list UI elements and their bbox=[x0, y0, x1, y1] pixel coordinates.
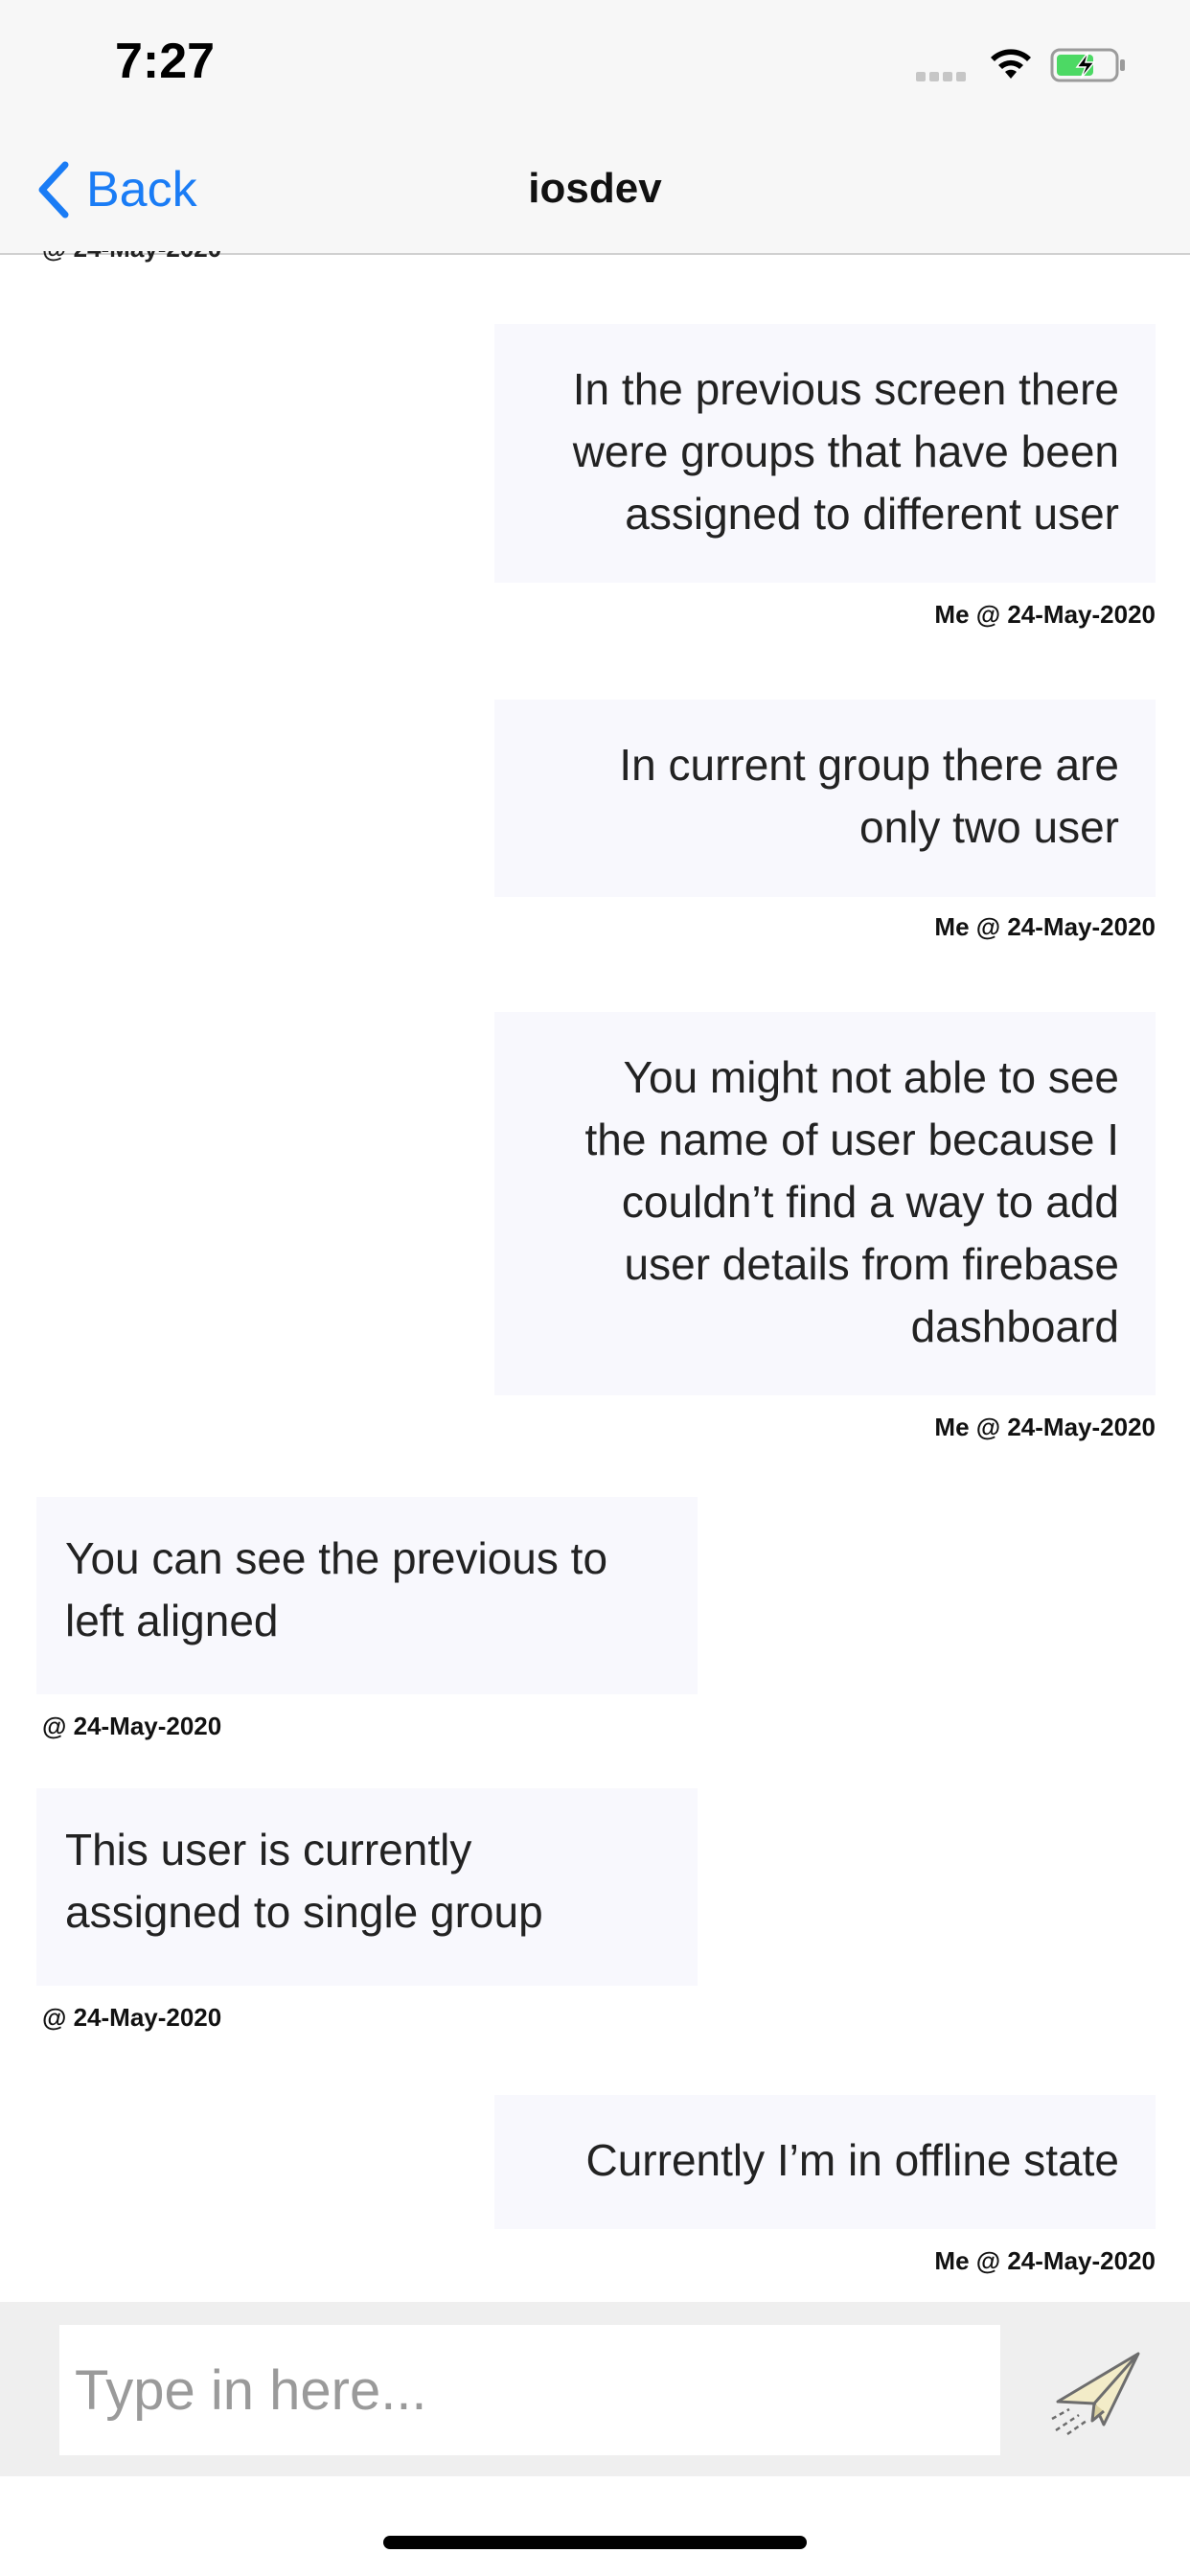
battery-charging-icon bbox=[1050, 48, 1125, 82]
outgoing-message-bubble: In the previous screen there were groups… bbox=[494, 324, 1156, 583]
message-text-line: user details from firebase bbox=[624, 1239, 1119, 1289]
message-text-line: couldn’t find a way to add bbox=[621, 1177, 1119, 1227]
message-timestamp: @ 24-May-2020 bbox=[42, 1712, 222, 1740]
message-text-line: You might not able to see bbox=[623, 1052, 1119, 1102]
status-time: 7:27 bbox=[115, 34, 216, 89]
message-text-line: the name of user because I bbox=[584, 1115, 1119, 1164]
message-timestamp: Me @ 24-May-2020 bbox=[934, 600, 1156, 629]
wifi-icon bbox=[991, 49, 1031, 79]
message-input[interactable] bbox=[59, 2325, 1000, 2455]
message-text-line: assigned to single group bbox=[65, 1887, 543, 1937]
outgoing-message-bubble: In current group there are only two user bbox=[494, 700, 1156, 897]
message-text-line: You can see the previous to bbox=[65, 1533, 608, 1583]
outgoing-message-bubble: You might not able to see the name of us… bbox=[494, 1012, 1156, 1395]
message-text-line: In current group there are bbox=[619, 740, 1119, 790]
outgoing-message-bubble: Currently I’m in offline state bbox=[494, 2095, 1156, 2229]
message-text-line: only two user bbox=[858, 802, 1119, 852]
paper-plane-icon[interactable] bbox=[1050, 2342, 1146, 2438]
message-composer bbox=[0, 2302, 1190, 2476]
message-timestamp: Me @ 24-May-2020 bbox=[934, 1413, 1156, 1441]
message-timestamp: @ 24-May-2020 bbox=[42, 2003, 222, 2032]
message-text-line: dashboard bbox=[910, 1301, 1119, 1351]
message-text-line: Currently I’m in offline state bbox=[585, 2135, 1120, 2185]
message-text-line: assigned to different user bbox=[625, 489, 1119, 539]
incoming-message-bubble: You can see the previous to left aligned bbox=[36, 1497, 698, 1694]
incoming-message-bubble: This user is currently assigned to singl… bbox=[36, 1788, 698, 1986]
home-indicator bbox=[383, 2536, 807, 2549]
message-timestamp: Me @ 24-May-2020 bbox=[934, 912, 1156, 941]
message-text-line: were groups that have been bbox=[572, 426, 1119, 476]
status-bar: 7:27 bbox=[0, 0, 1190, 126]
page-title: iosdev bbox=[528, 165, 662, 212]
navigation-bar: Back iosdev bbox=[0, 126, 1190, 255]
cellular-signal-icon bbox=[916, 69, 970, 86]
message-text-line: This user is currently bbox=[65, 1825, 472, 1874]
message-text-line: left aligned bbox=[65, 1596, 279, 1645]
message-timestamp: Me @ 24-May-2020 bbox=[934, 2246, 1156, 2275]
message-text-line: In the previous screen there bbox=[572, 364, 1119, 414]
